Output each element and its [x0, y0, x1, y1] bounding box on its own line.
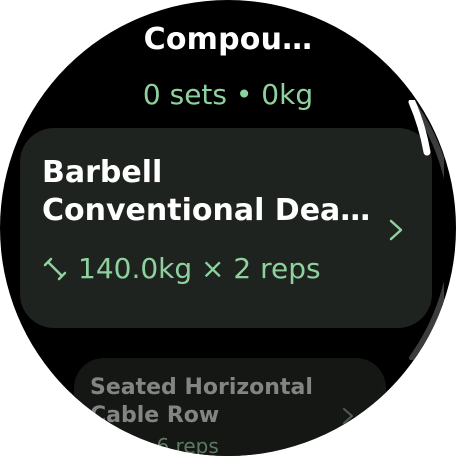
exercise-detail: 140.0kg × 2 reps: [78, 252, 321, 285]
dumbbell-icon: [42, 256, 68, 282]
exercise-detail: 0kg × 6 reps: [90, 434, 219, 456]
exercise-name: Seated Horizontal Cable Row: [90, 375, 313, 428]
exercise-card[interactable]: Barbell Conventional Dea… 140.0kg × 2 re…: [20, 128, 432, 328]
chevron-right-icon: [388, 214, 404, 249]
exercise-card[interactable]: Seated Horizontal Cable Row 0kg × 6 reps: [74, 358, 386, 456]
workout-summary: 0 sets • 0kg: [142, 78, 314, 111]
page-title: Compou…: [143, 22, 313, 57]
watch-screen: Compou… 0 sets • 0kg Barbell Conventiona…: [0, 0, 456, 456]
exercise-name: Barbell Conventional Dea…: [42, 155, 371, 228]
chevron-right-icon: [342, 406, 354, 431]
scroll-indicator[interactable]: [404, 100, 444, 360]
exercise-detail-row: 140.0kg × 2 reps: [42, 252, 321, 285]
